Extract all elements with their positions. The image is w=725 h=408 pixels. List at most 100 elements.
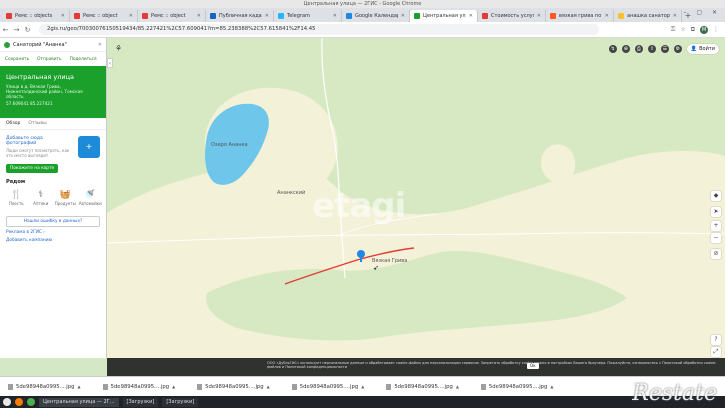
download-menu-icon[interactable]: ▲: [172, 384, 175, 389]
window-title: Центральная улица — 2ГИС - Google Chrome: [0, 0, 725, 8]
report-error-button[interactable]: Нашли ошибку в данных?: [6, 216, 100, 227]
tab-close-icon[interactable]: ✕: [61, 13, 65, 19]
back-icon[interactable]: ←: [0, 26, 11, 34]
url-field[interactable]: 2gis.ru/geo/70030076150519434/85.227421%…: [39, 24, 599, 35]
tab-close-icon[interactable]: ✕: [605, 13, 609, 19]
tab-favicon-icon: [346, 13, 352, 19]
map-canvas[interactable]: ⚘ etagi Озеро Ананка Ананкский Вязкая Гр…: [107, 38, 725, 358]
add-photo-button[interactable]: +: [78, 136, 100, 158]
cookie-text: ООО «ДубльГИС» использует персональные д…: [267, 361, 717, 370]
star-icon[interactable]: ☆: [680, 26, 685, 33]
nearby-pharmacy[interactable]: ⚕ Аптеки: [30, 189, 52, 206]
search-input[interactable]: Санаторий "Ананка": [13, 42, 95, 48]
download-menu-icon[interactable]: ▲: [267, 384, 270, 389]
tab-favicon-icon: [74, 13, 80, 19]
download-item[interactable]: 5de98948a0995....jpg ▲: [197, 383, 270, 390]
tab-reviews[interactable]: Отзывы: [28, 121, 46, 126]
save-button[interactable]: Сохранить: [5, 57, 29, 62]
browser-tab[interactable]: Google Календар ✕: [342, 10, 410, 22]
add-company-link[interactable]: Добавить компанию: [6, 238, 100, 243]
taskbar-task-downloads-2[interactable]: [Загрузки]: [162, 397, 199, 407]
browser-tab[interactable]: Публичная кадас ✕: [206, 10, 274, 22]
download-menu-icon[interactable]: ▲: [456, 384, 459, 389]
tab-overview[interactable]: Обзор: [6, 121, 20, 126]
bookmark-icon[interactable]: ☰: [660, 45, 669, 53]
collapse-sidebar-button[interactable]: ‹: [107, 58, 113, 68]
tab-close-icon[interactable]: ✕: [469, 13, 473, 19]
ruler-icon[interactable]: ⊕: [621, 45, 630, 53]
search-bar[interactable]: Санаторий "Ананка" ✕: [0, 38, 106, 52]
tab-close-icon[interactable]: ✕: [673, 13, 677, 19]
tab-favicon-icon: [278, 13, 284, 19]
print-icon[interactable]: ⎙: [634, 45, 643, 53]
extension-icon[interactable]: ⧉: [691, 26, 695, 34]
download-menu-icon[interactable]: ▲: [361, 384, 364, 389]
download-item[interactable]: 5de98948a0995....jpg ▲: [102, 383, 175, 390]
files-icon[interactable]: [15, 398, 23, 406]
tab-close-icon[interactable]: ✕: [401, 13, 405, 19]
nearby-groceries[interactable]: 🧺 Продукты: [54, 189, 76, 206]
window-controls[interactable]: – ▢ ✕: [683, 9, 721, 16]
forward-icon[interactable]: →: [11, 26, 22, 34]
reload-icon[interactable]: ↻: [22, 26, 33, 34]
download-menu-icon[interactable]: ▲: [78, 384, 81, 389]
clear-search-icon[interactable]: ✕: [98, 42, 102, 48]
send-button[interactable]: Отправить: [37, 57, 61, 62]
place-title: Центральная улица: [6, 73, 75, 81]
tab-label: Ремс :: object: [151, 13, 186, 19]
login-button[interactable]: 👤 Войти: [686, 44, 719, 54]
profile-avatar[interactable]: M: [700, 25, 708, 34]
help-control[interactable]: ?: [711, 335, 721, 345]
tab-close-icon[interactable]: ✕: [537, 13, 541, 19]
download-menu-icon[interactable]: ▲: [550, 384, 553, 389]
carwash-icon: 🚿: [84, 190, 96, 200]
tab-close-icon[interactable]: ✕: [197, 13, 201, 19]
key-icon[interactable]: ⚿: [671, 26, 676, 34]
tab-close-icon[interactable]: ✕: [265, 13, 269, 19]
browser-tab[interactable]: вязкая грива по ✕: [546, 10, 614, 22]
nearby-carwash[interactable]: 🚿 Автомойки: [78, 189, 102, 206]
download-item[interactable]: 5de98948a0995....jpg ▲: [386, 383, 459, 390]
route-icon[interactable]: ↯: [608, 45, 617, 53]
nearby-label: Автомойки: [78, 201, 102, 206]
share-button[interactable]: Поделиться: [70, 57, 97, 62]
browser-tab[interactable]: Telegram ✕: [274, 10, 342, 22]
browser-tab[interactable]: Ремс :: object ✕: [70, 10, 138, 22]
advertising-link[interactable]: Реклама в 2ГИС ›: [6, 230, 100, 235]
download-item[interactable]: 5de98948a0995....jpg ▲: [8, 383, 81, 390]
download-item[interactable]: 5de98948a0995....jpg ▲: [480, 383, 553, 390]
chrome-icon[interactable]: [27, 398, 35, 406]
start-menu-icon[interactable]: [3, 398, 11, 406]
menu-icon[interactable]: ⋮: [713, 26, 719, 33]
map-toolbar: ↯ ⊕ ⎙ ⇧ ☰ ⚙ 👤 Войти: [608, 44, 719, 54]
locate-me-control[interactable]: ➤: [711, 207, 721, 217]
tab-close-icon[interactable]: ✕: [333, 13, 337, 19]
share-map-icon[interactable]: ⇧: [647, 45, 656, 53]
place-subtabs: Обзор Отзывы: [0, 118, 106, 130]
browser-tab[interactable]: анашка санаторий✕: [614, 10, 682, 22]
tab-label: Стоимость услуг: [491, 13, 534, 19]
tab-bar: Ремс :: objects ✕ Ремс :: object ✕ Ремс :: o…: [0, 8, 725, 22]
tab-close-icon[interactable]: ✕: [129, 13, 133, 19]
traffic-control[interactable]: ⊘: [711, 249, 721, 259]
taskbar-task-chrome[interactable]: Центральная улица — 2Г...: [39, 397, 119, 407]
zoom-out-button[interactable]: −: [711, 233, 721, 243]
browser-tab[interactable]: Стоимость услуг ✕: [478, 10, 546, 22]
fullscreen-control[interactable]: ⤢: [711, 347, 721, 357]
zoom-in-button[interactable]: +: [711, 221, 721, 231]
browser-tab[interactable]: Ремс :: objects ✕: [2, 10, 70, 22]
tab-label: вязкая грива по: [559, 13, 602, 19]
address-bar: ← → ↻ 2gis.ru/geo/70030076150519434/85.2…: [0, 22, 725, 38]
tab-label: Публичная кадас: [219, 13, 262, 19]
compass-control[interactable]: ◆: [711, 191, 721, 201]
nearby-food[interactable]: 🍴 Поесть: [5, 189, 27, 206]
show-on-map-button[interactable]: Покажите на карте: [6, 164, 59, 173]
browser-tab[interactable]: Центральная улиц✕: [410, 10, 478, 22]
browser-tab[interactable]: Ремс :: object ✕: [138, 10, 206, 22]
add-photo-link[interactable]: Добавьте сюда фотографий: [6, 136, 74, 146]
cookie-ok-button[interactable]: Ок: [527, 363, 539, 370]
layers-icon[interactable]: ⚘: [115, 44, 122, 53]
download-item[interactable]: 5de98948a0995....jpg ▲: [291, 383, 364, 390]
taskbar-task-downloads[interactable]: [Загрузки]: [122, 397, 159, 407]
settings-icon[interactable]: ⚙: [673, 45, 682, 53]
